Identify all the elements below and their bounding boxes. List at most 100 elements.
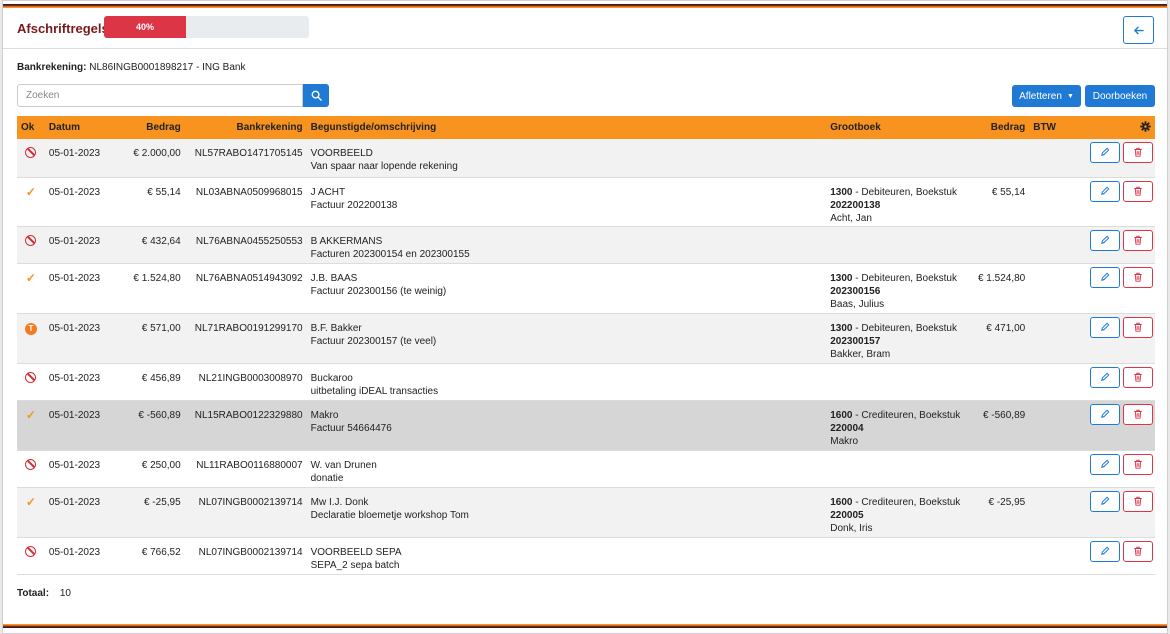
edit-button[interactable] <box>1090 403 1120 425</box>
title-bar: Afschriftregels 40% <box>3 9 1167 49</box>
amount-cell: € 456,89 <box>114 363 185 401</box>
date-cell: 05-01-2023 <box>44 263 115 314</box>
ledger-name: - Debiteuren, Boekstuk <box>852 186 957 198</box>
actions-cell <box>1071 226 1155 264</box>
col-grootboek[interactable]: Grootboek <box>826 116 964 139</box>
trash-icon <box>1134 409 1142 419</box>
delete-button[interactable] <box>1123 266 1153 288</box>
delete-button[interactable] <box>1123 142 1153 163</box>
ledger-code: 1600 <box>830 496 853 508</box>
ledger-cell <box>826 363 965 401</box>
beneficiary-cell: W. van Drunen donatie <box>306 450 827 488</box>
beneficiary-cell: J.B. BAAS Factuur 202300156 (te weinig) <box>306 263 827 314</box>
vat-cell <box>1029 487 1072 538</box>
edit-button[interactable] <box>1090 453 1120 475</box>
status-cell <box>17 363 45 401</box>
bank-account-cell: NL21INGB0003008970 <box>184 363 307 401</box>
table-row[interactable]: ✓ 05-01-2023 € -560,89 NL15RABO0122329880 Ma… <box>17 400 1155 451</box>
table-row[interactable]: 05-01-2023 € 2.000,00 NL57RABO1471705145 VO… <box>17 139 1155 178</box>
search-input[interactable] <box>17 84 303 107</box>
description: Factuur 202300157 (te veel) <box>310 335 437 347</box>
ledger-reference: 202200138 <box>830 199 881 211</box>
table-row[interactable]: ✓ 05-01-2023 € 55,14 NL03ABNA0509968015 J AC… <box>17 177 1155 227</box>
actions-cell <box>1071 487 1155 538</box>
trash-icon <box>1134 148 1142 157</box>
warning-icon: T <box>24 322 37 335</box>
col-settings[interactable] <box>1071 116 1155 139</box>
search-button[interactable] <box>303 84 329 107</box>
back-button[interactable] <box>1123 16 1154 44</box>
table-row[interactable]: 05-01-2023 € 250,00 NL11RABO0116880007 W. v… <box>17 450 1155 488</box>
col-bedrag[interactable]: Bedrag <box>115 116 185 139</box>
amount-cell: € -25,95 <box>114 487 185 538</box>
delete-button[interactable] <box>1123 229 1153 251</box>
statement-lines-table: Ok Datum Bedrag Bankrekening Begunstigde… <box>17 116 1155 575</box>
status-cell <box>17 139 45 178</box>
gear-icon[interactable] <box>1140 120 1151 132</box>
pencil-icon <box>1101 272 1110 281</box>
beneficiary-cell: Mw I.J. Donk Declaratie bloemetje worksho… <box>306 487 827 538</box>
beneficiary-name: W. van Drunen <box>310 459 377 471</box>
progress-bar: 40% <box>104 16 309 38</box>
ledger-amount-cell <box>964 537 1030 575</box>
ledger-name: - Debiteuren, Boekstuk <box>852 272 957 284</box>
amount-cell: € 2.000,00 <box>114 139 185 178</box>
doorboeken-button[interactable]: Doorboeken <box>1085 85 1155 107</box>
bank-account-cell: NL76ABNA0514943092 <box>184 263 307 314</box>
actions-cell <box>1071 177 1155 227</box>
table-row[interactable]: T 05-01-2023 € 571,00 NL71RABO0191299170 B.F… <box>17 313 1155 364</box>
edit-button[interactable] <box>1090 366 1120 388</box>
ledger-amount-cell: € -560,89 <box>964 400 1030 451</box>
ledger-reference: 220005 <box>830 509 864 521</box>
delete-button[interactable] <box>1123 366 1153 388</box>
col-bankrekening[interactable]: Bankrekening <box>185 116 307 139</box>
delete-button[interactable] <box>1123 453 1153 475</box>
ledger-cell: 1600 - Crediteuren, Boekstuk 220004 Makro <box>826 400 965 451</box>
ledger-code: 1600 <box>830 409 853 421</box>
vat-cell <box>1029 139 1072 178</box>
edit-button[interactable] <box>1090 266 1120 288</box>
col-begunstigde[interactable]: Begunstigde/omschrijving <box>307 116 827 139</box>
status-cell: ✓ <box>17 400 45 451</box>
afletteren-button[interactable]: Afletteren ▼ <box>1012 85 1081 107</box>
check-icon: ✓ <box>25 184 36 199</box>
table-header-row: Ok Datum Bedrag Bankrekening Begunstigde… <box>17 116 1155 139</box>
delete-button[interactable] <box>1123 403 1153 425</box>
table-row[interactable]: 05-01-2023 € 432,64 NL76ABNA0455250553 B AK… <box>17 226 1155 264</box>
beneficiary-cell: B AKKERMANS Facturen 202300154 en 2023001… <box>306 226 827 264</box>
actions-cell <box>1071 363 1155 401</box>
beneficiary-cell: Makro Factuur 54664476 <box>306 400 827 451</box>
edit-button[interactable] <box>1090 142 1120 163</box>
table-row[interactable]: ✓ 05-01-2023 € 1.524,80 NL76ABNA0514943092 J… <box>17 263 1155 314</box>
edit-button[interactable] <box>1090 229 1120 251</box>
description: Van spaar naar lopende rekening <box>310 161 458 172</box>
delete-button[interactable] <box>1123 180 1153 202</box>
amount-cell: € 1.524,80 <box>114 263 185 314</box>
col-ok[interactable]: Ok <box>17 116 45 139</box>
edit-button[interactable] <box>1090 490 1120 512</box>
col-btw[interactable]: BTW <box>1029 116 1071 139</box>
vat-cell <box>1029 363 1072 401</box>
delete-button[interactable] <box>1123 316 1153 338</box>
ledger-name: - Crediteuren, Boekstuk <box>852 496 961 508</box>
actions-cell <box>1071 537 1155 575</box>
amount-cell: € 766,52 <box>114 537 185 575</box>
edit-button[interactable] <box>1090 316 1120 338</box>
page-title: Afschriftregels <box>17 21 109 36</box>
ledger-cell <box>826 537 965 575</box>
ledger-cell: 1300 - Debiteuren, Boekstuk 202300156 Baas… <box>826 263 965 314</box>
ledger-amount-cell: € -25,95 <box>964 487 1030 538</box>
table-row[interactable]: 05-01-2023 € 766,52 NL07INGB0002139714 VOOR… <box>17 537 1155 575</box>
table-row[interactable]: 05-01-2023 € 456,89 NL21INGB0003008970 Buck… <box>17 363 1155 401</box>
delete-button[interactable] <box>1123 540 1153 562</box>
delete-button[interactable] <box>1123 490 1153 512</box>
edit-button[interactable] <box>1090 540 1120 562</box>
col-datum[interactable]: Datum <box>45 116 115 139</box>
ledger-code: 1300 <box>830 186 853 198</box>
table-row[interactable]: ✓ 05-01-2023 € -25,95 NL07INGB0002139714 Mw … <box>17 487 1155 538</box>
edit-button[interactable] <box>1090 180 1120 202</box>
col-gb-bedrag[interactable]: Bedrag <box>964 116 1029 139</box>
ledger-reference: 220004 <box>830 422 864 434</box>
actions-cell <box>1071 263 1155 314</box>
check-icon: ✓ <box>25 407 36 422</box>
